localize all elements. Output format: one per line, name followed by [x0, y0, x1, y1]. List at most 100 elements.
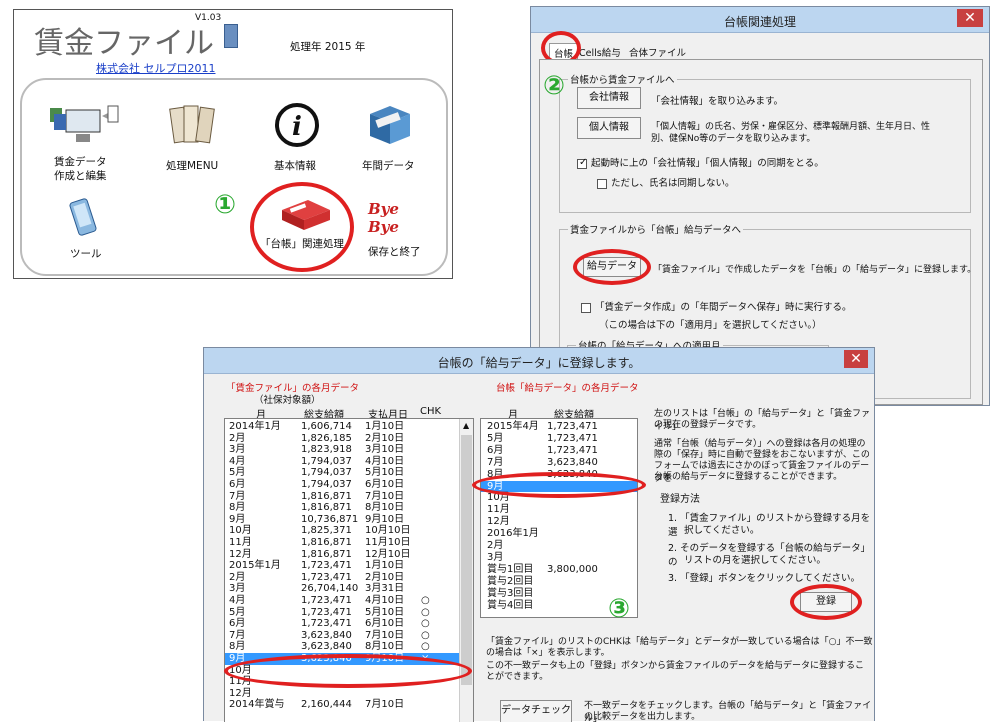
cell-date: 8月10日 — [365, 502, 405, 514]
menu-item-save-exit[interactable]: Bye Bye 保存と終了 — [364, 194, 434, 264]
group-wage-to-ledger-label: 賃金ファイルから「台帳」給与データへ — [568, 222, 744, 236]
menu-label-process-menu: 処理MENU — [166, 160, 219, 172]
company-info-button[interactable]: 会社情報 — [577, 87, 641, 109]
table-row[interactable]: 9月 10,736,871 9月10日 — [225, 514, 473, 526]
cell-date: 1月10日 — [365, 560, 405, 572]
tab-cells-salary[interactable]: Cells給与 — [579, 45, 621, 59]
tab-combined-file[interactable]: 合体ファイル — [629, 45, 686, 59]
table-row[interactable]: 6月 1,794,037 6月10日 — [225, 479, 473, 491]
table-row[interactable]: 8月 3,623,840 8月10日 ○ — [225, 641, 473, 653]
table-row[interactable]: 4月 1,794,037 4月10日 — [225, 456, 473, 468]
cell-amt: 1,816,871 — [301, 502, 352, 514]
auto-run-checkbox-label: 「賃金データ作成」の「年間データへ保存」時に実行する。 — [595, 302, 852, 313]
menu-item-annual-data[interactable]: 年間データ — [360, 102, 430, 172]
register-close-button[interactable]: ✕ — [844, 350, 868, 368]
method-step-1b: 択してください。 — [684, 525, 760, 536]
phone-tool-icon — [69, 198, 97, 236]
personal-info-desc-2: 別、健保No等のデータを取り込みます。 — [651, 134, 816, 144]
table-row[interactable]: 2月 1,723,471 2月10日 — [225, 572, 473, 584]
table-row[interactable]: 2014年1月 1,606,714 1月10日 — [225, 421, 473, 433]
table-row[interactable]: 5月 1,723,471 — [481, 433, 637, 445]
sync-checkbox-row[interactable]: ✓ 起動時に上の「会社情報」「個人情報」の同期をとる。 — [577, 155, 824, 169]
table-row[interactable]: 5月 1,723,471 5月10日 ○ — [225, 607, 473, 619]
right-month-list[interactable]: 2015年4月 1,723,471 5月 1,723,471 6月 1,723,471 7月… — [480, 418, 638, 618]
table-row[interactable]: 賞与1回目 3,800,000 — [481, 564, 637, 576]
cell-m: 2015年4月 — [487, 421, 539, 432]
table-row[interactable]: 2014年賞与 2,160,444 7月10日 — [225, 699, 473, 711]
cell-amt: 1,723,471 — [301, 560, 352, 572]
table-row[interactable]: 6月 1,723,471 6月10日 ○ — [225, 618, 473, 630]
auto-run-checkbox-row[interactable]: 「賃金データ作成」の「年間データへ保存」時に実行する。 — [581, 299, 852, 313]
table-row[interactable]: 2015年1月 1,723,471 1月10日 — [225, 560, 473, 572]
cell-amt: 1,823,918 — [301, 444, 352, 456]
cell-m: 10月 — [229, 525, 252, 537]
table-row[interactable]: 11月 1,816,871 11月10日 — [225, 537, 473, 549]
table-row[interactable]: 2015年4月 1,723,471 — [481, 421, 637, 433]
bye-bye-icon: Bye Bye — [368, 200, 399, 236]
personal-info-button[interactable]: 個人情報 — [577, 117, 641, 139]
table-row[interactable]: 3月 26,704,140 3月31日 — [225, 583, 473, 595]
sync-sub-checkbox[interactable] — [597, 178, 607, 189]
table-row[interactable]: 8月 1,816,871 8月10日 — [225, 502, 473, 514]
table-row[interactable]: 5月 1,794,037 5月10日 — [225, 467, 473, 479]
table-row[interactable]: 7月 3,623,840 — [481, 457, 637, 469]
cell-m: 5月 — [229, 467, 246, 479]
menu-item-basic-info[interactable]: i 基本情報 — [268, 102, 338, 172]
cell-date: 10月10日 — [365, 525, 411, 537]
scroll-thumb[interactable] — [461, 435, 472, 685]
menu-label-tools: ツール — [70, 248, 102, 260]
menu-label-basic-info: 基本情報 — [274, 160, 316, 172]
menu-label-wage-data: 賃金データ — [54, 156, 107, 168]
cell-date: 7月10日 — [365, 490, 405, 502]
books-icon — [169, 105, 215, 144]
table-row[interactable]: 賞与2回目 — [481, 576, 637, 588]
cell-m: 11月 — [229, 537, 252, 548]
step-3-marker: ③ — [608, 594, 631, 624]
table-row[interactable]: 3月 — [481, 552, 637, 564]
step-1-highlight — [250, 182, 354, 272]
left-selected-highlight — [224, 654, 472, 688]
menu-item-wage-data[interactable]: 賃金データ 作成と編集 — [44, 102, 124, 182]
menu-label-save-exit: 保存と終了 — [368, 246, 421, 258]
table-row[interactable]: 12月 — [225, 688, 473, 700]
table-row[interactable]: 2月 — [481, 540, 637, 552]
table-row[interactable]: 2月 1,826,185 2月10日 — [225, 433, 473, 445]
register-dialog-title: 台帳の「給与データ」に登録します。 — [437, 356, 641, 370]
ledger-dialog-titlebar: 台帳関連処理 ✕ — [531, 7, 989, 33]
sync-sub-checkbox-row[interactable]: ただし、氏名は同期しない。 — [597, 175, 735, 189]
cell-m: 5月 — [487, 432, 504, 444]
cell-amt: 10,736,871 — [301, 513, 359, 525]
left-header-chk: CHK — [420, 406, 442, 417]
company-link[interactable]: 株式会社 セルプロ2011 — [96, 60, 216, 76]
table-row[interactable]: 7月 3,623,840 7月10日 ○ — [225, 630, 473, 642]
table-row[interactable]: 10月 1,825,371 10月10日 — [225, 525, 473, 537]
cell-m: 8月 — [229, 641, 246, 653]
menu-item-tools[interactable]: ツール — [60, 194, 130, 264]
cell-m: 8月 — [229, 502, 246, 514]
data-check-button[interactable]: データチェック — [500, 700, 572, 722]
ledger-close-button[interactable]: ✕ — [957, 9, 983, 27]
cell-m: 6月 — [229, 479, 246, 490]
table-row[interactable]: 4月 1,723,471 4月10日 ○ — [225, 595, 473, 607]
cell-m: 12月 — [229, 548, 252, 560]
table-row[interactable]: 12月 1,816,871 12月10日 — [225, 549, 473, 561]
table-row[interactable]: 7月 1,816,871 7月10日 — [225, 491, 473, 503]
menu-item-process-menu[interactable]: 処理MENU — [162, 102, 232, 172]
note-text-4: とができます。 — [486, 672, 549, 682]
cell-amt: 1,825,371 — [301, 525, 352, 537]
table-row[interactable]: 3月 1,823,918 3月10日 — [225, 444, 473, 456]
group-ledger-to-wage-label: 台帳から賃金ファイルへ — [568, 72, 677, 86]
cell-m: 3月 — [487, 551, 504, 563]
table-row[interactable]: 12月 — [481, 516, 637, 528]
table-row[interactable]: 6月 1,723,471 — [481, 445, 637, 457]
table-row[interactable]: 2016年1月 — [481, 528, 637, 540]
cell-date: 2月10日 — [365, 571, 405, 583]
auto-run-checkbox[interactable] — [581, 302, 591, 313]
cell-m: 賞与4回目 — [487, 599, 534, 611]
sync-checkbox[interactable]: ✓ — [577, 157, 587, 169]
cell-amt: 1,816,871 — [301, 490, 352, 502]
cell-m: 3月 — [229, 444, 246, 456]
scroll-up-icon[interactable]: ▲ — [463, 421, 469, 430]
sync-sub-checkbox-label: ただし、氏名は同期しない。 — [611, 178, 735, 189]
table-row[interactable]: 11月 — [481, 504, 637, 516]
